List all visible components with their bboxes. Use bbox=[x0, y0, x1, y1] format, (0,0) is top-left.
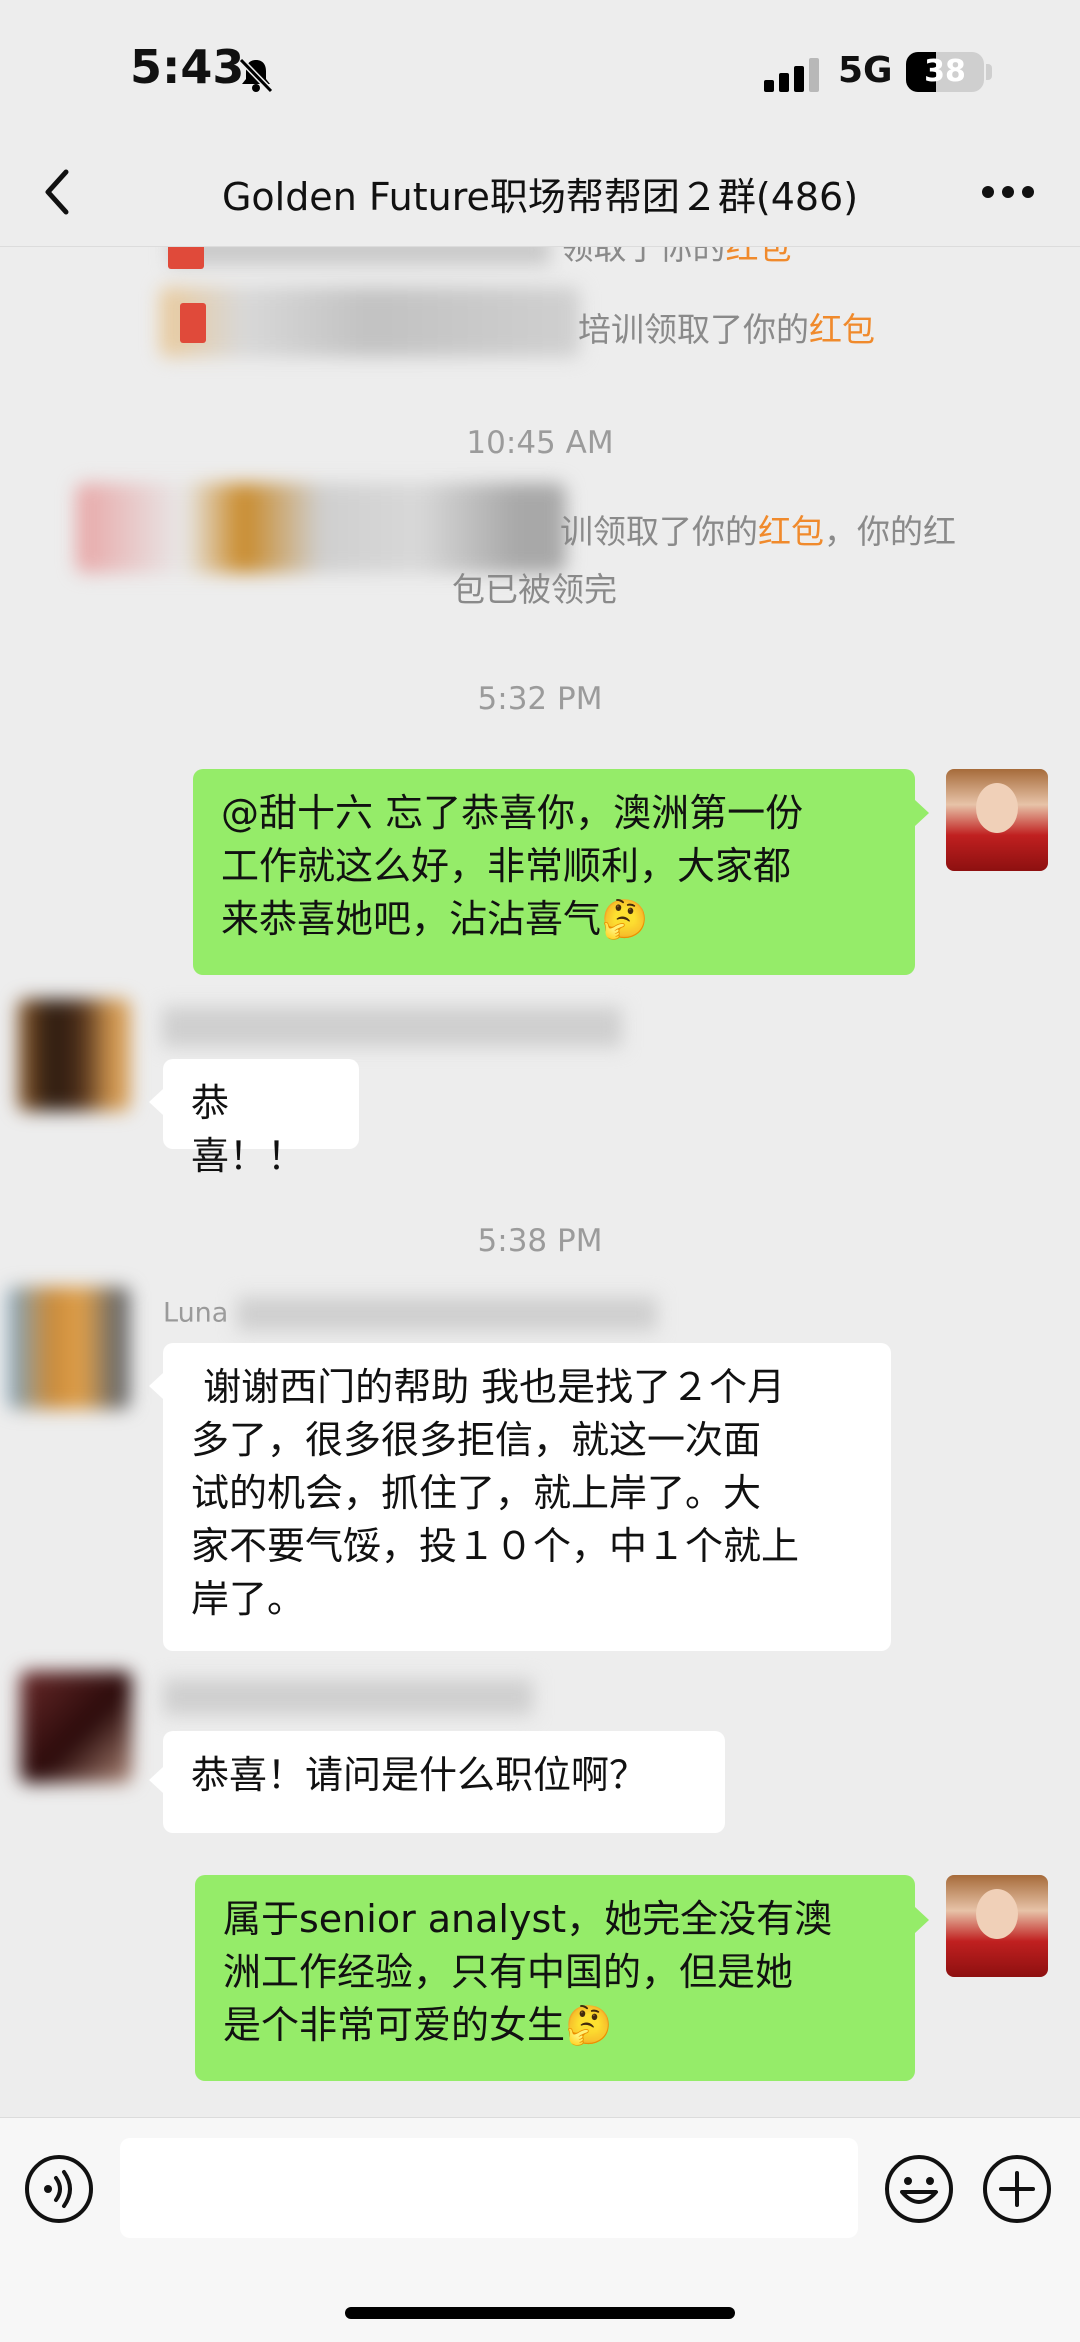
chat-header: Golden Future职场帮帮团２群(486) bbox=[0, 140, 1080, 247]
timestamp: 5:38 PM bbox=[477, 1223, 603, 1259]
status-time: 5:43 bbox=[130, 40, 245, 94]
sender-name: y bbox=[162, 1007, 622, 1047]
sender-name bbox=[163, 1679, 533, 1715]
blurred-notice-content bbox=[76, 483, 566, 573]
avatar[interactable] bbox=[18, 999, 130, 1111]
message-line: 试的机会，抓住了，就上岸了。大 bbox=[191, 1471, 762, 1515]
avatar-face bbox=[976, 783, 1018, 833]
avatar[interactable] bbox=[20, 1671, 132, 1783]
avatar[interactable] bbox=[8, 1287, 130, 1409]
message-input[interactable] bbox=[120, 2138, 858, 2238]
message-line: 来恭喜她吧，沾沾喜气🤔 bbox=[221, 897, 649, 941]
message-line: 家不要气馁，投１０个，中１个就上 bbox=[191, 1524, 800, 1568]
message-line: 岸了。 bbox=[191, 1577, 306, 1621]
message-bubble[interactable]: 谢谢西门的帮助 我也是找了２个月 多了，很多很多拒信，就这一次面 试的机会，抓住… bbox=[163, 1343, 891, 1651]
blurred-name bbox=[170, 247, 550, 265]
message-line: 恭喜！请问是什么职位啊？ bbox=[191, 1753, 648, 1797]
message-line: @甜十六 忘了恭喜你，澳洲第一份 bbox=[221, 791, 804, 835]
message-line: 恭喜！！ bbox=[191, 1081, 306, 1178]
emoji-icon[interactable] bbox=[884, 2154, 954, 2224]
red-packet-link[interactable]: 红包 bbox=[758, 512, 824, 551]
voice-icon[interactable] bbox=[24, 2154, 94, 2224]
more-dots-icon[interactable] bbox=[980, 184, 1036, 200]
system-notice: 领取了你的红包 bbox=[170, 247, 792, 269]
red-packet-icon bbox=[168, 247, 204, 269]
battery-indicator: 38 bbox=[906, 52, 984, 92]
chevron-left-icon[interactable] bbox=[34, 164, 84, 220]
message-line: 谢谢西门的帮助 我也是找了２个月 bbox=[191, 1365, 786, 1409]
message-line: 工作就这么好，非常顺利，大家都 bbox=[221, 844, 792, 888]
network-type: 5G bbox=[838, 50, 893, 91]
notice-text: 领取了你的 bbox=[560, 247, 726, 267]
message-line: 洲工作经验，只有中国的，但是她 bbox=[223, 1950, 794, 1994]
message-bubble[interactable]: 恭喜！！ bbox=[163, 1059, 359, 1178]
message-line: 多了，很多很多拒信，就这一次面 bbox=[191, 1418, 762, 1462]
red-packet-icon bbox=[180, 303, 206, 343]
notice-text: ，你的红 bbox=[824, 512, 956, 551]
bubble-tail bbox=[149, 1089, 163, 1115]
system-notice: 包已被领完 bbox=[452, 570, 617, 609]
my-message-bubble[interactable]: 属于senior analyst，她完全没有澳 洲工作经验，只有中国的，但是她 … bbox=[195, 1875, 915, 2081]
notice-text: 培训领取了你的 bbox=[578, 310, 809, 349]
system-notice: 训领取了你的红包，你的红 bbox=[560, 505, 956, 553]
my-message-bubble[interactable]: @甜十六 忘了恭喜你，澳洲第一份 工作就这么好，非常顺利，大家都 来恭喜她吧，沾… bbox=[193, 769, 915, 975]
sender-name-text: Luna bbox=[163, 1297, 229, 1329]
sender-name: Luna bbox=[163, 1297, 657, 1331]
timestamp: 10:45 AM bbox=[466, 425, 614, 461]
message-list[interactable]: 领取了你的红包 培训领取了你的红包 10:45 AM 训领取了你的红包，你的红 … bbox=[0, 247, 1080, 2117]
red-packet-link[interactable]: 红包 bbox=[809, 310, 875, 349]
my-avatar[interactable] bbox=[946, 769, 1048, 871]
my-avatar[interactable] bbox=[946, 1875, 1048, 1977]
bubble-tail bbox=[149, 1767, 163, 1793]
battery-percent: 38 bbox=[924, 54, 966, 89]
bubble-tail bbox=[915, 1907, 929, 1933]
message-line: 属于senior analyst，她完全没有澳 bbox=[223, 1897, 833, 1941]
plus-icon[interactable] bbox=[982, 2154, 1052, 2224]
system-notice: 培训领取了你的红包 bbox=[578, 303, 875, 351]
status-bar: 5:43 5G 38 bbox=[0, 0, 1080, 140]
notice-text: 训领取了你的 bbox=[560, 512, 758, 551]
blurred-name bbox=[236, 1297, 657, 1331]
signal-icon bbox=[764, 58, 819, 92]
timestamp: 5:32 PM bbox=[477, 681, 603, 717]
home-indicator[interactable] bbox=[345, 2307, 735, 2319]
bubble-tail bbox=[149, 1373, 163, 1399]
avatar-face bbox=[976, 1889, 1018, 1939]
red-packet-link[interactable]: 红包 bbox=[726, 247, 792, 267]
chat-title: Golden Future职场帮帮团２群(486) bbox=[221, 175, 859, 219]
bubble-tail bbox=[915, 800, 929, 826]
battery-tip bbox=[986, 64, 992, 80]
blurred-notice-content bbox=[160, 287, 580, 357]
message-line: 是个非常可爱的女生🤔 bbox=[223, 2003, 613, 2047]
message-bubble[interactable]: 恭喜！请问是什么职位啊？ bbox=[163, 1731, 725, 1833]
bell-slash-icon bbox=[238, 57, 274, 94]
